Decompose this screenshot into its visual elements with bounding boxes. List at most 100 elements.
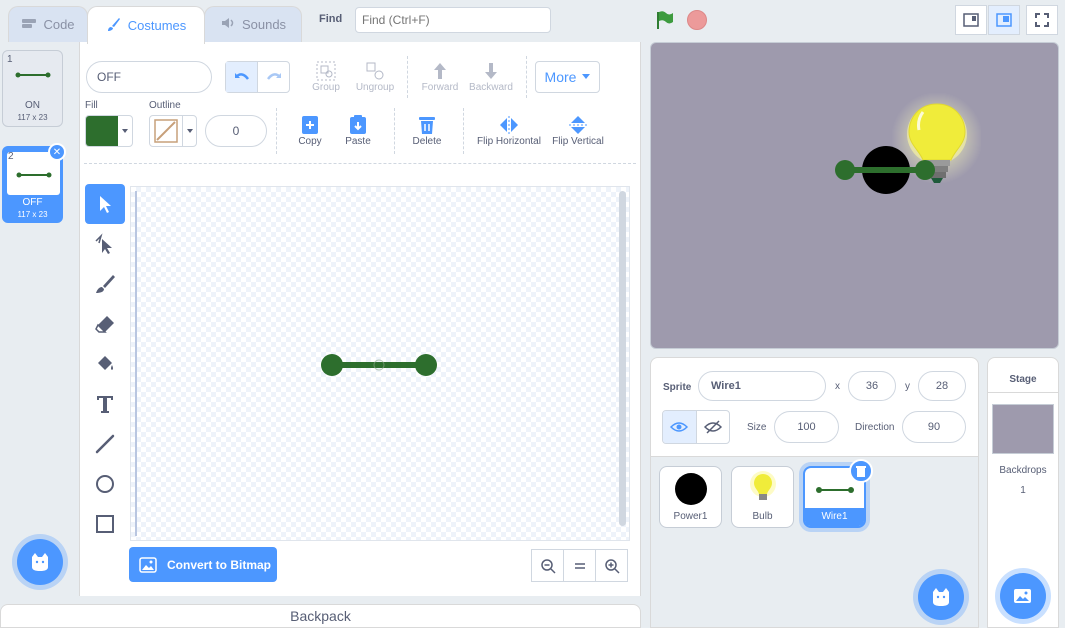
tab-sounds[interactable]: Sounds: [204, 6, 302, 42]
line-tool[interactable]: [85, 424, 125, 464]
sprite-thumbnail: [815, 487, 854, 493]
undo-redo-group: [225, 61, 290, 93]
redo-icon[interactable]: [258, 62, 289, 92]
zoom-out-button[interactable]: [531, 549, 564, 582]
text-tool[interactable]: [85, 384, 125, 424]
brush-icon: [96, 275, 115, 293]
chevron-down-icon: [582, 74, 591, 79]
fill-label: Fill: [85, 100, 98, 111]
copy-icon: [302, 116, 318, 134]
y-input[interactable]: 28: [918, 371, 966, 401]
choose-backdrop-button[interactable]: [1000, 573, 1046, 619]
forward-button[interactable]: Forward: [419, 60, 461, 93]
paint-editor: OFF Group Ungroup Forward Backward More …: [80, 42, 641, 596]
fullscreen-icon[interactable]: [1026, 5, 1058, 35]
x-input[interactable]: 36: [848, 371, 896, 401]
copy-button[interactable]: Copy: [293, 114, 327, 147]
costume-number: 2: [8, 151, 14, 162]
arrow-up-icon: [434, 63, 446, 79]
wire-costume-shape[interactable]: [319, 352, 441, 378]
choose-costume-button[interactable]: [17, 539, 63, 585]
rectangle-tool[interactable]: [85, 504, 125, 544]
backdrops-label: Backdrops: [999, 465, 1047, 476]
copy-label: Copy: [298, 136, 322, 147]
delete-sprite-icon[interactable]: [849, 459, 873, 483]
stage-selector[interactable]: Stage Backdrops 1: [987, 357, 1059, 628]
outline-width-input[interactable]: 0: [205, 115, 267, 147]
eraser-icon: [95, 316, 114, 333]
speaker-icon: [220, 16, 236, 33]
zoom-reset-button[interactable]: [563, 549, 596, 582]
costume-size: 117 x 23: [17, 113, 48, 122]
image-icon: [139, 556, 157, 573]
sprite-name: Wire1: [805, 508, 864, 526]
group-label: Group: [312, 82, 340, 93]
outline-color-picker[interactable]: [149, 115, 197, 147]
backpack[interactable]: Backpack: [0, 604, 641, 628]
show-eye-icon[interactable]: [663, 411, 697, 443]
paint-bucket-icon: [98, 356, 113, 370]
no-color-swatch-icon: [150, 116, 182, 146]
vertical-scrollbar[interactable]: [619, 191, 626, 526]
select-tool[interactable]: [85, 184, 125, 224]
outline-label: Outline: [149, 100, 181, 111]
brush-tool[interactable]: [85, 264, 125, 304]
sprite-name-input[interactable]: Wire1: [698, 371, 826, 401]
direction-input[interactable]: 90: [902, 411, 966, 443]
convert-label: Convert to Bitmap: [167, 557, 272, 572]
fill-color-picker[interactable]: [85, 115, 133, 147]
find-input[interactable]: [355, 7, 551, 33]
delete-costume-icon[interactable]: ✕: [48, 143, 66, 161]
costume-name-input[interactable]: OFF: [86, 61, 212, 93]
zoom-in-button[interactable]: [595, 549, 628, 582]
costume-item[interactable]: 1 ON 117 x 23: [2, 50, 63, 127]
tab-costumes-label: Costumes: [127, 18, 187, 33]
flip-vertical-icon: [569, 116, 587, 134]
large-stage-button[interactable]: [988, 5, 1020, 35]
find-label: Find: [319, 13, 343, 25]
size-input[interactable]: 100: [774, 411, 839, 443]
backpack-label: Backpack: [290, 608, 351, 624]
flip-horizontal-button[interactable]: Flip Horizontal: [474, 114, 544, 147]
convert-to-bitmap-button[interactable]: Convert to Bitmap: [129, 547, 277, 582]
choose-sprite-button[interactable]: [918, 574, 964, 620]
sprite-item[interactable]: Bulb: [731, 466, 794, 528]
stage[interactable]: [650, 42, 1059, 349]
circle-tool[interactable]: [85, 464, 125, 504]
backward-button[interactable]: Backward: [468, 60, 514, 93]
wire-end-right: [915, 160, 935, 180]
flip-horizontal-label: Flip Horizontal: [477, 136, 541, 147]
more-button[interactable]: More: [535, 61, 600, 93]
tab-code-label: Code: [43, 17, 75, 32]
paint-canvas[interactable]: [130, 186, 630, 541]
ungroup-button[interactable]: Ungroup: [353, 60, 397, 93]
small-stage-button[interactable]: [955, 5, 987, 35]
wire-end-left: [835, 160, 855, 180]
toolbar-divider: [84, 163, 636, 164]
eraser-tool[interactable]: [85, 304, 125, 344]
sprite-info-pane: Sprite Wire1 x 36 y 28 Size 100 Directio…: [650, 357, 979, 628]
costume-number: 1: [7, 54, 13, 65]
paste-button[interactable]: Paste: [340, 114, 376, 147]
divider: [526, 56, 527, 98]
hide-eye-icon[interactable]: [697, 411, 730, 443]
fill-tool[interactable]: [85, 344, 125, 384]
backward-label: Backward: [469, 82, 513, 93]
divider: [394, 108, 395, 154]
undo-icon[interactable]: [226, 62, 258, 92]
tab-costumes[interactable]: Costumes: [87, 6, 205, 44]
reshape-tool[interactable]: [85, 224, 125, 264]
y-label: y: [905, 381, 910, 392]
flip-vertical-button[interactable]: Flip Vertical: [550, 114, 606, 147]
image-plus-icon: [1014, 589, 1031, 603]
delete-button[interactable]: Delete: [408, 114, 446, 147]
backdrop-thumbnail: [992, 404, 1054, 454]
tab-code[interactable]: Code: [8, 6, 88, 42]
sprite-item[interactable]: Power1: [659, 466, 722, 528]
paste-icon: [350, 115, 366, 134]
stop-icon[interactable]: [687, 10, 707, 30]
green-flag-icon[interactable]: [654, 9, 676, 34]
reshape-icon: [95, 233, 112, 254]
size-label: Size: [747, 422, 767, 433]
group-button[interactable]: Group: [312, 60, 340, 93]
